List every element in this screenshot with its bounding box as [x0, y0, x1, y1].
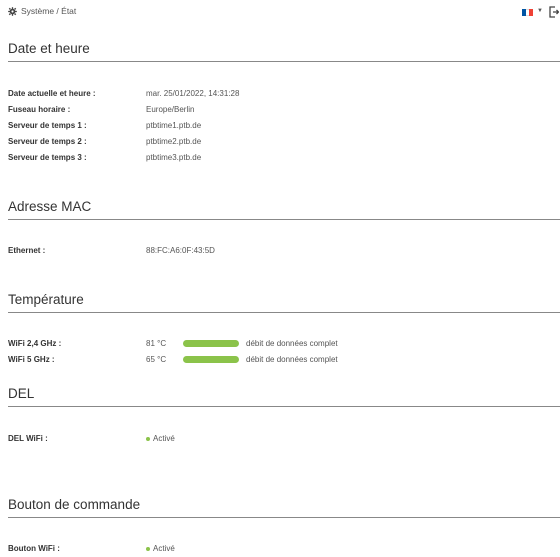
ethernet-label: Ethernet :	[8, 246, 46, 255]
section-title-datetime: Date et heure	[8, 41, 90, 56]
section-divider	[8, 219, 560, 220]
led-wifi-label: DEL WiFi :	[8, 434, 48, 443]
timezone-label: Fuseau horaire :	[8, 105, 71, 114]
wifi5-throughput-status: débit de données complet	[246, 355, 338, 364]
section-title-mac: Adresse MAC	[8, 199, 92, 214]
gear-icon	[8, 6, 17, 16]
timeserver2-label: Serveur de temps 2 :	[8, 137, 87, 146]
status-dot-icon	[146, 437, 150, 441]
wifi5-label: WiFi 5 GHz :	[8, 355, 55, 364]
flag-fr-icon[interactable]	[522, 9, 534, 16]
section-divider	[8, 61, 560, 62]
timezone-value: Europe/Berlin	[146, 105, 195, 114]
section-divider	[8, 312, 560, 313]
logout-icon[interactable]	[549, 6, 559, 18]
section-title-button: Bouton de commande	[8, 497, 141, 512]
wifi24-temperature: 81 °C	[146, 339, 167, 348]
button-wifi-label: Bouton WiFi :	[8, 544, 60, 553]
wifi24-throughput-bar	[183, 340, 239, 347]
timeserver3-label: Serveur de temps 3 :	[8, 153, 87, 162]
timeserver1-value: ptbtime1.ptb.de	[146, 121, 202, 130]
datetime-value: mar. 25/01/2022, 14:31:28	[146, 89, 240, 98]
status-dot-icon	[146, 547, 150, 551]
section-title-temperature: Température	[8, 292, 84, 307]
timeserver3-value: ptbtime3.ptb.de	[146, 153, 202, 162]
timeserver2-value: ptbtime2.ptb.de	[146, 137, 202, 146]
wifi5-temperature: 65 °C	[146, 355, 167, 364]
section-title-led: DEL	[8, 386, 35, 401]
wifi24-throughput-status: débit de données complet	[246, 339, 338, 348]
wifi24-label: WiFi 2,4 GHz :	[8, 339, 62, 348]
section-divider	[8, 406, 560, 407]
breadcrumb: Système / État	[8, 6, 76, 16]
datetime-label: Date actuelle et heure :	[8, 89, 96, 98]
caret-down-icon[interactable]: ▼	[537, 8, 543, 14]
top-bar: Système / État ▼	[0, 0, 560, 24]
ethernet-value: 88:FC:A6:0F:43:5D	[146, 246, 215, 255]
wifi5-throughput-bar	[183, 356, 239, 363]
timeserver1-label: Serveur de temps 1 :	[8, 121, 87, 130]
section-divider	[8, 517, 560, 518]
button-wifi-status: Activé	[153, 544, 175, 553]
breadcrumb-text[interactable]: Système / État	[21, 6, 76, 16]
led-wifi-status: Activé	[153, 434, 175, 443]
